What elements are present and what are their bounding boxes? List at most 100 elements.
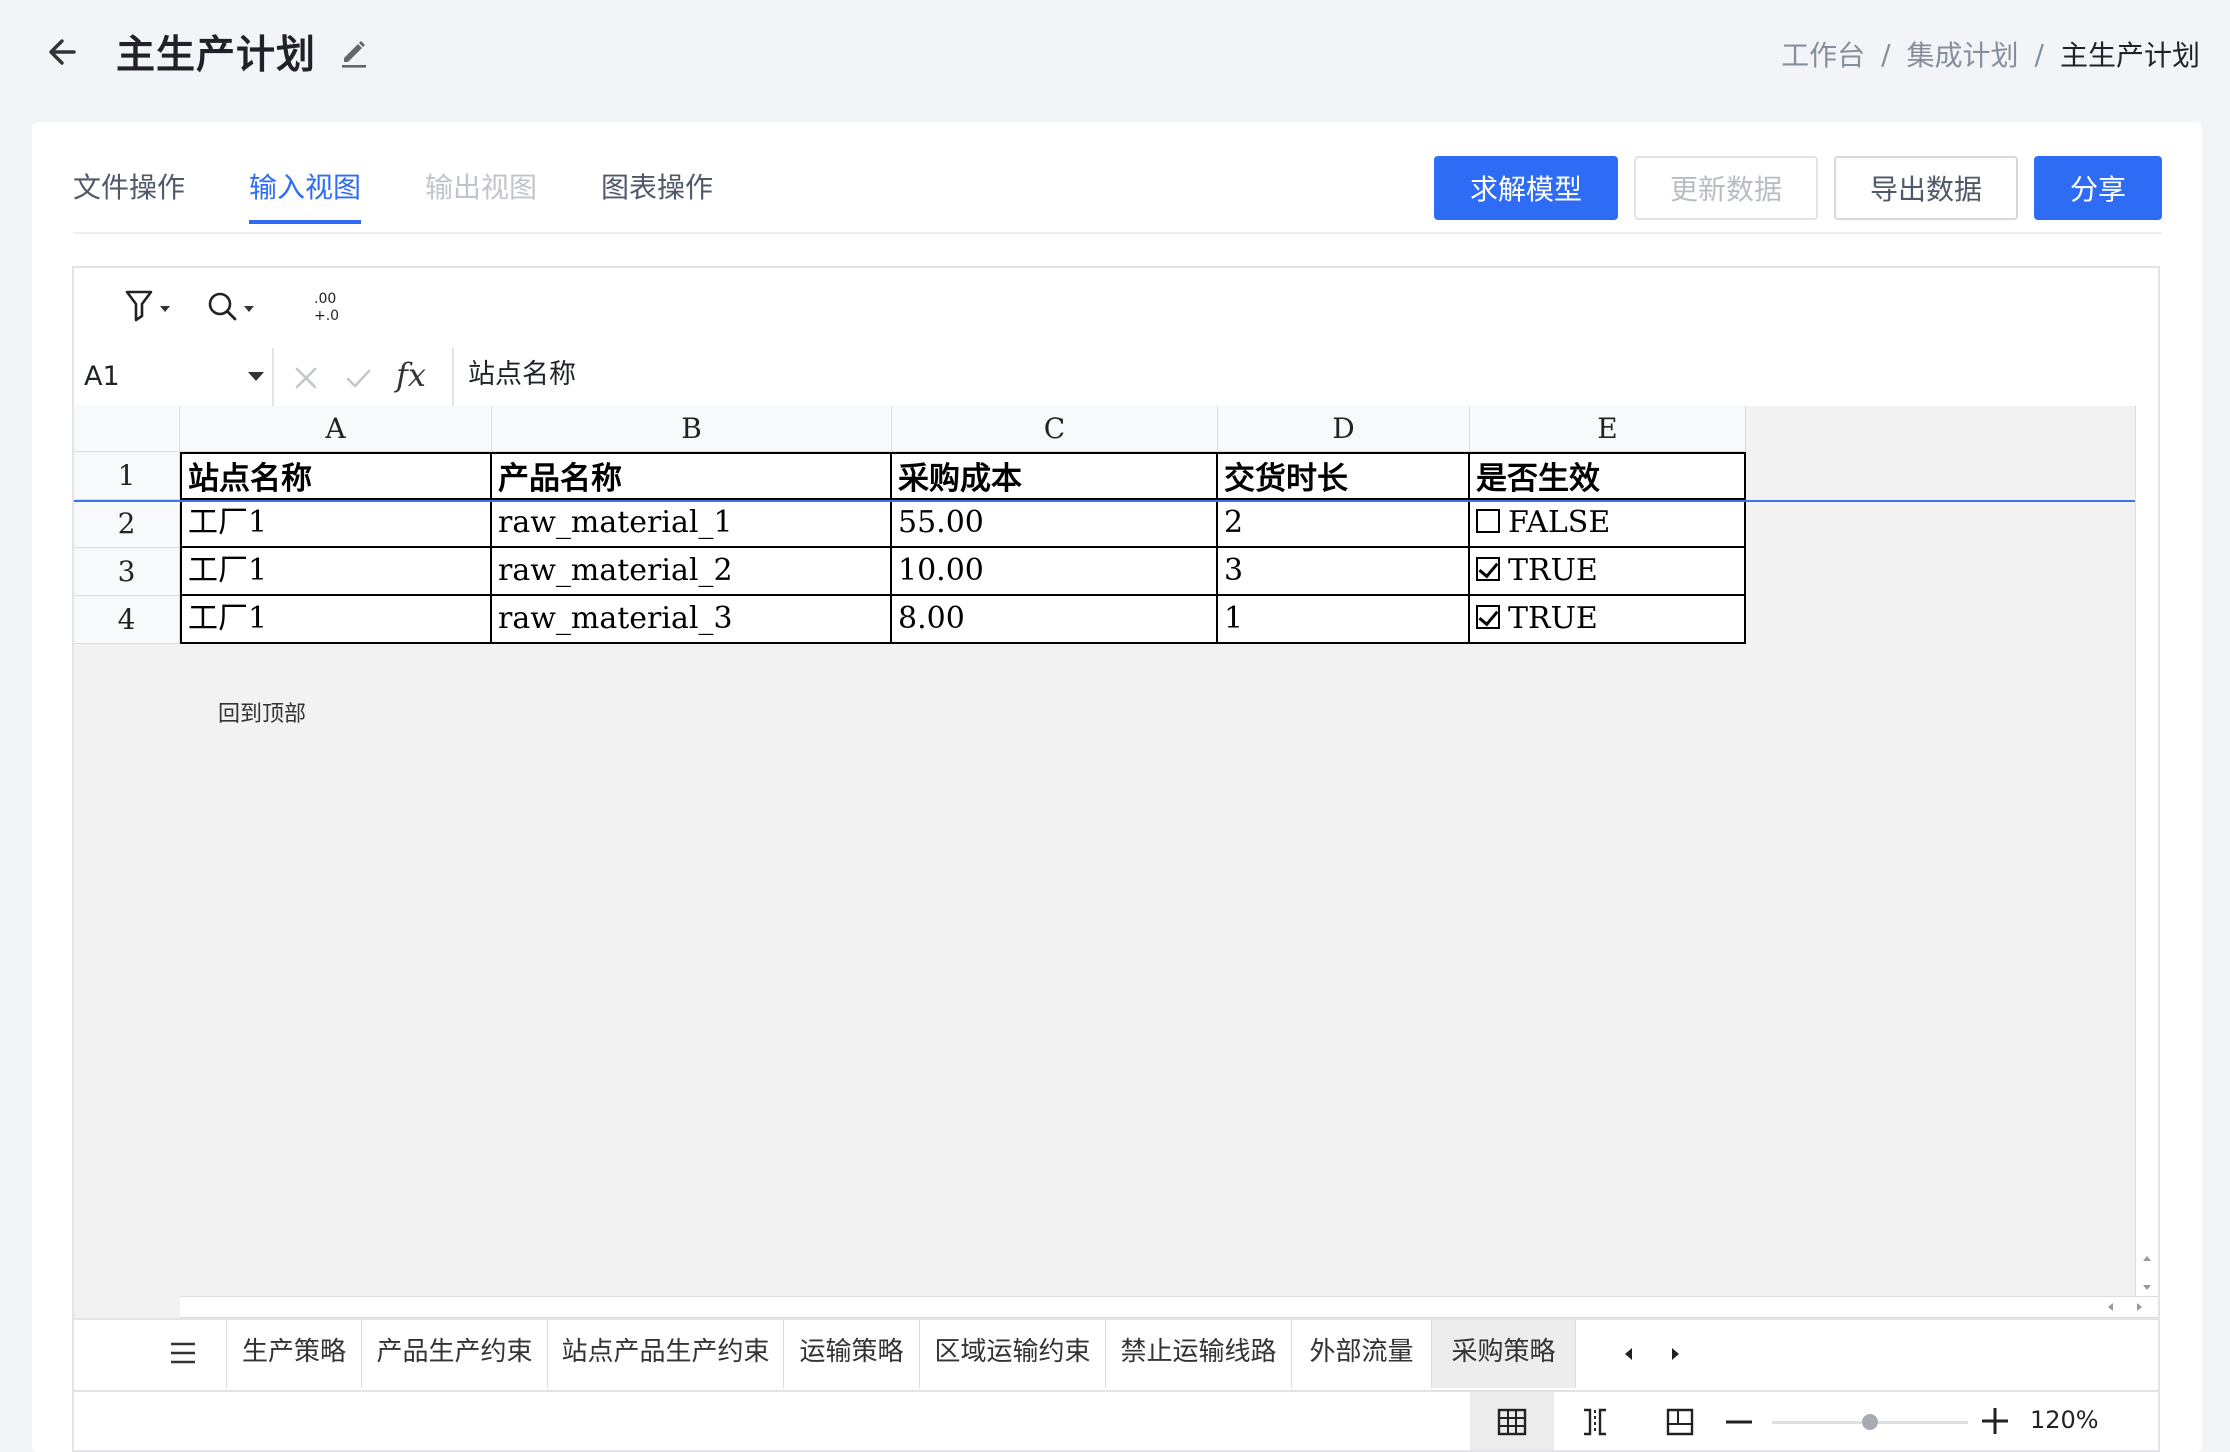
- row-header-2[interactable]: 2: [74, 500, 180, 548]
- zoom-out-icon[interactable]: [1722, 1406, 1756, 1438]
- tab-scroll-left-icon[interactable]: [1620, 1344, 1638, 1364]
- cell-e1[interactable]: 是否生效: [1470, 452, 1746, 500]
- row-header-1[interactable]: 1: [74, 452, 180, 500]
- cell-c2[interactable]: 55.00: [892, 500, 1218, 548]
- cell-d2[interactable]: 2: [1218, 500, 1470, 548]
- cell-d1[interactable]: 交货时长: [1218, 452, 1470, 500]
- scroll-up-icon[interactable]: [2140, 1252, 2154, 1266]
- row-header-3[interactable]: 3: [74, 548, 180, 596]
- function-icon[interactable]: fx: [396, 356, 426, 394]
- arrow-left-icon[interactable]: [44, 30, 84, 74]
- tab-output-view: 输出视图: [425, 171, 538, 204]
- page-title: 主生产计划: [116, 33, 317, 78]
- confirm-icon[interactable]: [344, 364, 372, 392]
- tab-chart-operations[interactable]: 图表操作: [601, 158, 713, 228]
- export-data-button[interactable]: 导出数据: [1834, 156, 2018, 220]
- view-tabs: 文件操作 输入视图 输出视图 图表操作: [73, 158, 777, 234]
- column-header-d[interactable]: D: [1218, 406, 1470, 452]
- normal-view-button[interactable]: [1470, 1392, 1554, 1450]
- select-all-corner[interactable]: [74, 406, 180, 452]
- formula-input[interactable]: 站点名称: [454, 348, 576, 406]
- checkbox-checked[interactable]: [1476, 557, 1500, 581]
- frozen-row-line: [74, 500, 2142, 502]
- cell-c4[interactable]: 8.00: [892, 596, 1218, 644]
- status-bar: 120%: [74, 1390, 2158, 1450]
- decimal-format-button[interactable]: .00 +.0: [312, 286, 352, 328]
- cell-b2[interactable]: raw_material_1: [492, 500, 892, 548]
- cell-c3[interactable]: 10.00: [892, 548, 1218, 596]
- zoom-in-icon[interactable]: [1978, 1404, 2012, 1438]
- cancel-icon[interactable]: [292, 364, 320, 392]
- sheet-tab-site-product-constraint[interactable]: 站点产品生产约束: [548, 1320, 784, 1388]
- sheet-tab-regional-transport-constraint[interactable]: 区域运输约束: [920, 1320, 1106, 1388]
- page-break-view-icon[interactable]: [1578, 1406, 1612, 1438]
- cell-b4[interactable]: raw_material_3: [492, 596, 892, 644]
- row-header-4[interactable]: 4: [74, 596, 180, 644]
- svg-text:.00: .00: [314, 291, 336, 307]
- sheet-tab-forbidden-transport-routes[interactable]: 禁止运输线路: [1106, 1320, 1292, 1388]
- cell-d4[interactable]: 1: [1218, 596, 1470, 644]
- search-icon: [208, 292, 254, 321]
- cell-reference: A1: [84, 361, 120, 392]
- spreadsheet: .00 +.0 A1 fx 站点名称 A B C D E 1 2 3 4 站点名…: [72, 266, 2160, 1452]
- cell-a4[interactable]: 工厂1: [180, 596, 492, 644]
- page-layout-view-icon[interactable]: [1664, 1406, 1696, 1438]
- search-dropdown[interactable]: [204, 286, 260, 328]
- cell-e4-value: TRUE: [1508, 601, 1598, 636]
- cell-a2[interactable]: 工厂1: [180, 500, 492, 548]
- column-header-c[interactable]: C: [892, 406, 1218, 452]
- sheet-tab-purchase-strategy[interactable]: 采购策略: [1432, 1320, 1576, 1388]
- breadcrumb-item-current: 主生产计划: [2059, 39, 2200, 72]
- checkbox-checked[interactable]: [1476, 605, 1500, 629]
- cell-b1[interactable]: 产品名称: [492, 452, 892, 500]
- column-header-b[interactable]: B: [492, 406, 892, 452]
- sheet-tab-production-strategy[interactable]: 生产策略: [226, 1320, 362, 1388]
- decimal-format-icon: .00 +.0: [314, 291, 339, 324]
- sheet-tab-external-flow[interactable]: 外部流量: [1292, 1320, 1432, 1388]
- cell-grid: A B C D E 1 2 3 4 站点名称 产品名称 采购成本 交货时长 是否…: [74, 406, 2158, 1306]
- tab-input-view[interactable]: 输入视图: [249, 158, 362, 228]
- scroll-right-icon[interactable]: [2132, 1300, 2146, 1314]
- breadcrumb-item-workbench[interactable]: 工作台: [1781, 34, 1865, 74]
- formula-bar: A1 fx 站点名称: [74, 348, 2158, 408]
- grid-view-icon: [1497, 1408, 1527, 1436]
- sheet-tab-bar: 生产策略 产品生产约束 站点产品生产约束 运输策略 区域运输约束 禁止运输线路 …: [74, 1318, 2158, 1390]
- sheet-tab-transport-strategy[interactable]: 运输策略: [784, 1320, 920, 1388]
- filter-icon: [125, 290, 170, 322]
- share-button[interactable]: 分享: [2034, 156, 2162, 220]
- tab-file-operations[interactable]: 文件操作: [73, 158, 185, 228]
- cell-b3[interactable]: raw_material_2: [492, 548, 892, 596]
- filter-dropdown[interactable]: [122, 286, 178, 328]
- cell-e3-value: TRUE: [1508, 553, 1598, 588]
- breadcrumb-separator: /: [2034, 37, 2044, 71]
- cell-d3[interactable]: 3: [1218, 548, 1470, 596]
- column-header-e[interactable]: E: [1470, 406, 1746, 452]
- cell-name-box[interactable]: A1: [74, 348, 274, 406]
- cell-c1[interactable]: 采购成本: [892, 452, 1218, 500]
- tab-scroll-right-icon[interactable]: [1666, 1344, 1684, 1364]
- chevron-down-icon: [248, 372, 264, 381]
- column-header-a[interactable]: A: [180, 406, 492, 452]
- breadcrumb-item-integrated-plan[interactable]: 集成计划: [1907, 34, 2019, 74]
- zoom-slider-thumb[interactable]: [1862, 1414, 1878, 1430]
- formula-actions: [284, 348, 454, 406]
- cell-a3[interactable]: 工厂1: [180, 548, 492, 596]
- breadcrumb-separator: /: [1881, 37, 1891, 71]
- zoom-level[interactable]: 120%: [2030, 1406, 2099, 1434]
- cell-e4[interactable]: TRUE: [1470, 596, 1746, 644]
- sheet-tab-product-production-constraint[interactable]: 产品生产约束: [362, 1320, 548, 1388]
- pencil-icon[interactable]: [338, 34, 370, 70]
- solve-model-button[interactable]: 求解模型: [1434, 156, 1618, 220]
- cell-a1[interactable]: 站点名称: [180, 452, 492, 500]
- checkbox-unchecked[interactable]: [1476, 509, 1500, 533]
- vertical-scrollbar[interactable]: [2135, 406, 2158, 1306]
- main-card: 文件操作 输入视图 输出视图 图表操作 求解模型 更新数据 导出数据 分享 .0…: [32, 122, 2202, 1452]
- menu-icon[interactable]: [168, 1338, 198, 1368]
- scroll-left-icon[interactable]: [2104, 1300, 2118, 1314]
- cell-e2-value: FALSE: [1508, 505, 1611, 540]
- scroll-down-icon[interactable]: [2140, 1280, 2154, 1294]
- cell-e3[interactable]: TRUE: [1470, 548, 1746, 596]
- cell-e2[interactable]: FALSE: [1470, 500, 1746, 548]
- back-to-top-link[interactable]: 回到顶部: [218, 696, 306, 728]
- horizontal-scrollbar[interactable]: [180, 1296, 2158, 1318]
